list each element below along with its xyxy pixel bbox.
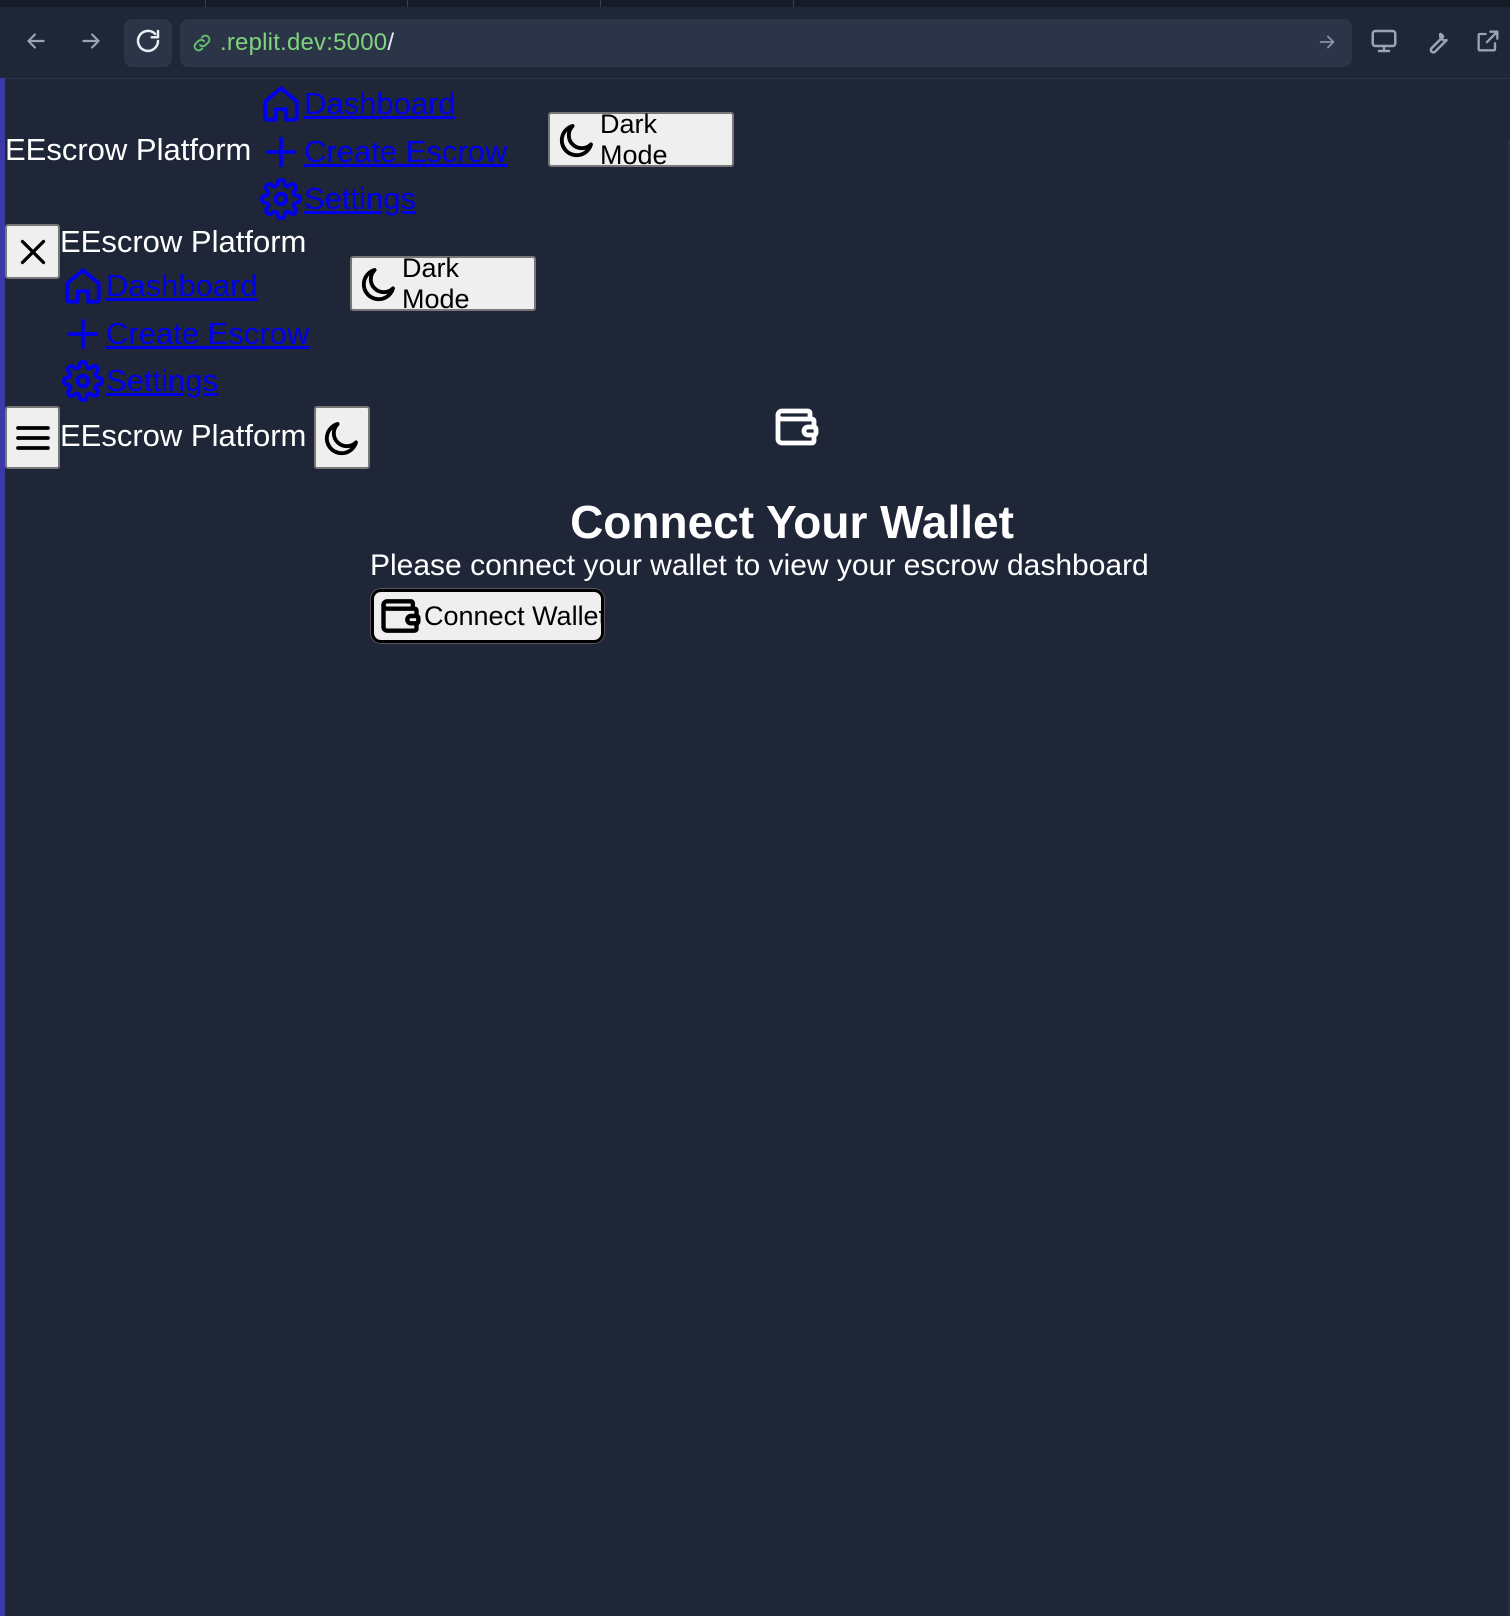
arrow-right-icon bbox=[78, 28, 104, 59]
mobile-nav-dashboard[interactable]: Dashboard bbox=[60, 263, 258, 309]
home-icon bbox=[258, 81, 304, 127]
mobile-nav-create-escrow[interactable]: Create Escrow bbox=[60, 311, 309, 357]
external-link-icon bbox=[1474, 27, 1502, 60]
devices-button[interactable] bbox=[1367, 26, 1401, 60]
desktop-brand: EEscrow Platform bbox=[5, 132, 252, 167]
forward-button[interactable] bbox=[72, 24, 110, 62]
desktop-nav-create-escrow[interactable]: Create Escrow bbox=[258, 129, 507, 175]
open-menu-button[interactable] bbox=[5, 406, 60, 469]
wallet-icon bbox=[378, 594, 422, 638]
open-external-button[interactable] bbox=[1471, 26, 1505, 60]
go-arrow-icon[interactable] bbox=[1316, 31, 1338, 53]
reload-button[interactable] bbox=[124, 19, 172, 67]
nav-label: Dashboard bbox=[304, 86, 456, 121]
moon-icon bbox=[556, 119, 598, 161]
address-bar[interactable]: .replit.dev:5000/ bbox=[180, 19, 1352, 67]
connect-wallet-description: Please connect your wallet to view your … bbox=[370, 549, 1149, 582]
connect-wallet-button[interactable]: Connect Wallet bbox=[371, 589, 604, 643]
close-icon bbox=[15, 234, 51, 270]
plus-icon bbox=[60, 311, 106, 357]
tab-strip bbox=[0, 0, 1510, 7]
gear-icon bbox=[258, 176, 304, 222]
mobile-dark-mode-button[interactable]: Dark Mode bbox=[350, 253, 536, 314]
nav-label: Settings bbox=[304, 181, 417, 216]
mobile-nav-settings[interactable]: Settings bbox=[60, 358, 218, 404]
url-host: .replit.dev:5000 bbox=[220, 29, 388, 56]
desktop-nav-dashboard[interactable]: Dashboard bbox=[258, 81, 456, 127]
wrench-icon bbox=[1422, 26, 1452, 61]
mobile-header-brand: EEscrow Platform bbox=[60, 418, 307, 453]
url-text: .replit.dev:5000/ bbox=[220, 29, 394, 57]
nav-label: Create Escrow bbox=[106, 316, 310, 351]
browser-toolbar: .replit.dev:5000/ bbox=[0, 0, 1510, 79]
nav-label: Settings bbox=[106, 363, 219, 398]
gear-icon bbox=[60, 358, 106, 404]
wallet-icon bbox=[772, 403, 820, 456]
nav-label: Create Escrow bbox=[304, 134, 508, 169]
reload-icon bbox=[133, 26, 163, 61]
app-page: EEscrow Platform Dashboard Create Escrow… bbox=[5, 79, 1505, 1616]
close-menu-button[interactable] bbox=[5, 224, 60, 279]
dark-mode-label: Dark Mode bbox=[600, 108, 668, 170]
link-icon bbox=[190, 31, 214, 55]
home-icon bbox=[60, 263, 106, 309]
moon-icon bbox=[358, 263, 400, 305]
connect-wallet-label: Connect Wallet bbox=[424, 600, 604, 631]
moon-icon bbox=[321, 417, 363, 459]
hamburger-icon bbox=[13, 418, 53, 458]
mobile-menu-brand: EEscrow Platform bbox=[60, 224, 307, 259]
url-path: / bbox=[387, 29, 395, 56]
dark-mode-label: Dark Mode bbox=[402, 252, 470, 314]
plus-icon bbox=[258, 129, 304, 175]
page-title: Connect Your Wallet bbox=[570, 496, 1014, 548]
nav-label: Dashboard bbox=[106, 268, 258, 303]
arrow-left-icon bbox=[23, 28, 49, 59]
desktop-nav-settings[interactable]: Settings bbox=[258, 176, 416, 222]
back-button[interactable] bbox=[17, 24, 55, 62]
monitor-icon bbox=[1369, 26, 1399, 61]
dark-mode-button[interactable]: Dark Mode bbox=[548, 109, 734, 170]
tools-button[interactable] bbox=[1420, 26, 1454, 60]
theme-toggle-button[interactable] bbox=[314, 406, 370, 469]
